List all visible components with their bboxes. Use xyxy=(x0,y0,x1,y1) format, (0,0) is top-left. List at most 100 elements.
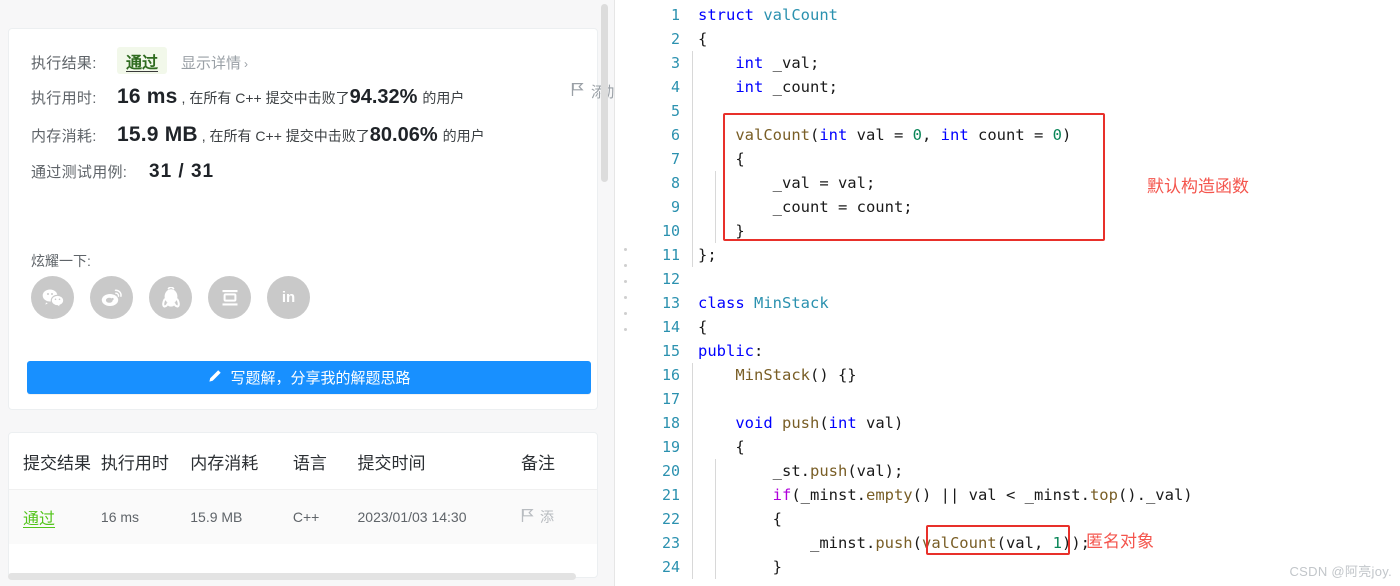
runtime-row: 执行用时: 16 ms , 在所有 C++ 提交中击败了 94.32% 的用户 xyxy=(9,85,597,123)
ruler-marker xyxy=(624,312,627,315)
code-line[interactable]: 20 _st.push(val); xyxy=(636,459,1400,483)
ruler-marker xyxy=(624,328,627,331)
code-editor-pane: 1 struct valCount 2{3 int _val; 4 int _coun… xyxy=(614,0,1400,586)
cell-memory: 15.9 MB xyxy=(190,509,243,525)
pane-divider xyxy=(614,0,615,586)
social-share-group: in xyxy=(31,276,310,319)
line-number: 11 xyxy=(661,246,680,264)
memory-label: 内存消耗: xyxy=(31,128,97,145)
code-text: void push(int val) xyxy=(735,414,904,432)
execution-result-label: 执行结果: xyxy=(31,55,97,72)
overview-ruler[interactable] xyxy=(619,0,633,586)
column-header-note: 备注 xyxy=(520,453,555,473)
runtime-value: 16 ms xyxy=(117,85,178,108)
runtime-tail-text: 的用户 xyxy=(422,90,465,106)
chevron-right-icon: › xyxy=(244,57,249,71)
wechat-icon[interactable] xyxy=(31,276,74,319)
cell-note[interactable]: 添 xyxy=(521,507,597,527)
douban-icon[interactable] xyxy=(208,276,251,319)
line-number: 2 xyxy=(670,30,680,48)
code-text: { xyxy=(698,318,708,336)
memory-compare-text: , 在所有 C++ 提交中击败了 xyxy=(201,128,370,144)
line-number: 24 xyxy=(661,558,680,576)
weibo-icon[interactable] xyxy=(90,276,133,319)
code-line[interactable]: 24 } xyxy=(636,555,1400,579)
code-text: struct valCount xyxy=(698,6,838,24)
code-line[interactable]: 21 if(_minst.empty() || val < _minst.top… xyxy=(636,483,1400,507)
code-text: { xyxy=(698,510,782,528)
cell-submit-time: 2023/01/03 14:30 xyxy=(357,509,467,525)
code-line[interactable]: 1 struct valCount xyxy=(636,3,1400,27)
code-text: { xyxy=(698,438,745,456)
qq-icon[interactable] xyxy=(149,276,192,319)
line-number: 20 xyxy=(661,462,680,480)
code-text: int _count; xyxy=(735,78,838,96)
table-header-row: 提交结果 执行用时 内存消耗 语言 提交时间 备注 xyxy=(9,433,597,490)
column-header-language: 语言 xyxy=(292,453,327,473)
indent-guide xyxy=(715,459,716,579)
line-number: 5 xyxy=(670,102,680,120)
code-line[interactable]: 11}; xyxy=(636,243,1400,267)
code-line[interactable]: 14 { xyxy=(636,315,1400,339)
watermark: CSDN @阿亮joy. xyxy=(1289,564,1392,579)
code-line[interactable]: 13 class MinStack xyxy=(636,291,1400,315)
line-number: 1 xyxy=(670,6,680,24)
ruler-marker xyxy=(624,248,627,251)
line-number: 19 xyxy=(661,438,680,456)
line-number: 17 xyxy=(661,390,680,408)
line-number: 3 xyxy=(670,54,680,72)
linkedin-icon[interactable]: in xyxy=(267,276,310,319)
show-detail-link[interactable]: 显示详情 › xyxy=(181,52,248,73)
write-solution-label: 写题解，分享我的解题思路 xyxy=(230,370,411,387)
column-header-status: 提交结果 xyxy=(23,453,91,473)
ruler-marker xyxy=(624,296,627,299)
flag-icon xyxy=(571,82,584,101)
show-detail-label: 显示详情 xyxy=(181,55,242,72)
anonymous-object-highlight-box xyxy=(926,525,1070,555)
memory-tail-text: 的用户 xyxy=(442,128,485,144)
table-row[interactable]: 通过 16 ms 15.9 MB C++ 2023/01/03 14:30 添 xyxy=(9,490,597,544)
code-text: class MinStack xyxy=(698,294,829,312)
memory-value: 15.9 MB xyxy=(117,123,198,146)
code-line[interactable]: 3 int _val; xyxy=(636,51,1400,75)
cell-status[interactable]: 通过 xyxy=(9,505,101,529)
indent-guide xyxy=(692,51,693,267)
code-lines-container[interactable]: 1 struct valCount 2{3 int _val; 4 int _coun… xyxy=(636,0,1400,586)
column-header-submit-time: 提交时间 xyxy=(357,453,426,473)
horizontal-scrollbar[interactable] xyxy=(8,573,576,580)
line-number: 7 xyxy=(670,150,680,168)
code-line[interactable]: 2{ xyxy=(636,27,1400,51)
testcases-value: 31 / 31 xyxy=(149,161,215,182)
testcases-label: 通过测试用例: xyxy=(31,164,128,181)
cell-runtime: 16 ms xyxy=(100,509,140,525)
status-badge: 通过 xyxy=(117,47,168,74)
code-line[interactable]: 15 public: xyxy=(636,339,1400,363)
write-solution-button[interactable]: 写题解，分享我的解题思路 xyxy=(27,361,591,394)
code-line[interactable]: 19 { xyxy=(636,435,1400,459)
line-number: 22 xyxy=(661,510,680,528)
column-header-memory: 内存消耗 xyxy=(190,453,259,473)
code-text: _st.push(val); xyxy=(698,462,904,480)
code-line[interactable]: 4 int _count; xyxy=(636,75,1400,99)
code-text: { xyxy=(698,30,708,48)
linkedin-label: in xyxy=(281,289,296,306)
anonymous-object-annotation: 匿名对象 xyxy=(1086,532,1154,551)
line-number: 23 xyxy=(661,534,680,552)
result-card: 执行结果: 通过 显示详情 › 执行用时: 16 ms , 在所有 C++ 提交中… xyxy=(8,28,614,410)
ruler-marker xyxy=(624,264,627,267)
code-line[interactable]: 18 void push(int val) xyxy=(636,411,1400,435)
line-number: 16 xyxy=(661,366,680,384)
code-line[interactable]: 17 xyxy=(636,387,1400,411)
code-line[interactable]: 12 xyxy=(636,267,1400,291)
line-number: 10 xyxy=(661,222,680,240)
line-number: 21 xyxy=(661,486,680,504)
screen: 执行结果: 通过 显示详情 › 执行用时: 16 ms , 在所有 C++ 提交中… xyxy=(0,0,1400,586)
code-text: int _val; xyxy=(735,54,820,72)
line-number: 12 xyxy=(661,270,680,288)
line-number: 13 xyxy=(661,294,680,312)
share-label: 炫耀一下: xyxy=(31,253,91,269)
flag-icon xyxy=(521,508,534,526)
result-rows: 执行结果: 通过 显示详情 › 执行用时: 16 ms , 在所有 C++ 提交中… xyxy=(9,29,597,199)
code-line[interactable]: 16 MinStack() {} xyxy=(636,363,1400,387)
vertical-scrollbar-thumb[interactable] xyxy=(601,4,608,182)
